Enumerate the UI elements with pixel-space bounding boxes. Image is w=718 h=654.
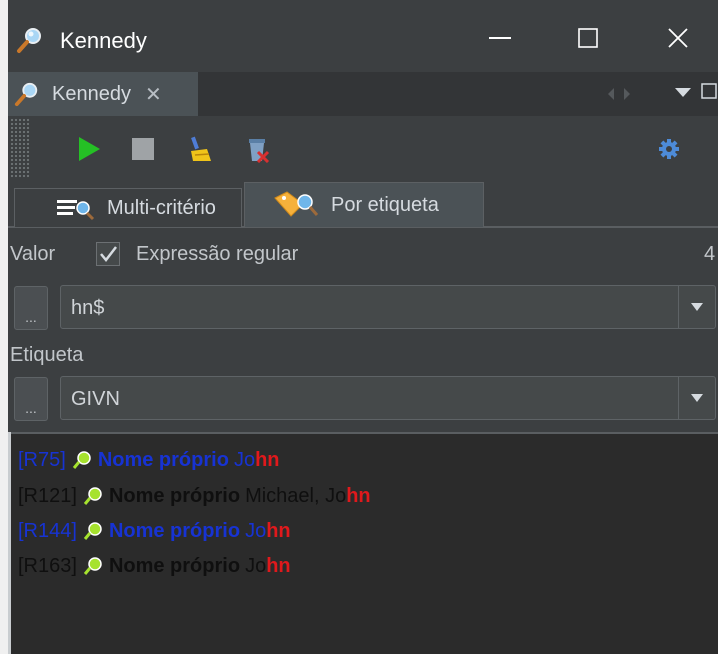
view-tab-strip: Kennedy ✕ xyxy=(8,72,718,116)
chevron-down-icon xyxy=(691,394,703,402)
app-window: Kennedy Kennedy ✕ Multi-critério Por eti… xyxy=(8,0,718,654)
result-count: 4 xyxy=(704,243,716,265)
result-search-icon xyxy=(83,557,102,575)
view-tab-close-icon[interactable]: ✕ xyxy=(145,82,162,107)
regex-label[interactable]: Expressão regular xyxy=(136,243,298,266)
result-text: Jo xyxy=(245,554,267,577)
play-icon xyxy=(79,137,100,161)
value-combobox[interactable]: hn$ xyxy=(60,285,716,329)
result-search-icon xyxy=(83,487,102,505)
result-tag: Nome próprio xyxy=(108,519,241,542)
tab-by-tag[interactable]: Por etiqueta xyxy=(244,182,484,227)
minimize-button[interactable] xyxy=(470,16,530,60)
settings-button[interactable] xyxy=(654,134,684,164)
result-item[interactable]: [R121] Nome próprio Michael, Jo hn xyxy=(18,483,371,509)
result-match: hn xyxy=(255,448,280,471)
title-bar[interactable]: Kennedy xyxy=(8,0,718,72)
result-tag: Nome próprio xyxy=(97,448,229,471)
result-id: [R163] xyxy=(18,554,77,577)
view-nav-arrows-icon[interactable] xyxy=(604,84,634,104)
result-item[interactable]: [R144] Nome próprio Jo hn xyxy=(18,518,291,544)
run-button[interactable] xyxy=(74,134,104,164)
tab-by-tag-label: Por etiqueta xyxy=(331,193,439,216)
view-maximize-icon[interactable] xyxy=(700,82,718,102)
result-text: Jo xyxy=(245,519,267,542)
view-tab-label: Kennedy xyxy=(52,82,131,105)
result-text: Jo xyxy=(233,448,256,471)
magnifier-app-icon xyxy=(17,28,41,53)
clear-button[interactable] xyxy=(186,134,216,164)
clear-broom-icon xyxy=(191,136,211,161)
delete-results-button[interactable] xyxy=(242,134,272,164)
result-tag: Nome próprio xyxy=(108,484,241,507)
stop-button[interactable] xyxy=(128,134,158,164)
maximize-button[interactable] xyxy=(558,16,618,60)
toolbar xyxy=(8,116,718,182)
result-item[interactable]: [R163] Nome próprio Jo hn xyxy=(18,553,291,579)
chevron-down-icon xyxy=(691,303,703,311)
tag-dropdown-button[interactable] xyxy=(678,377,715,419)
result-match: hn xyxy=(346,484,371,507)
checkmark-icon xyxy=(100,246,117,262)
tag-label: Etiqueta xyxy=(10,344,84,366)
value-options-row: Valor Expressão regular 4 xyxy=(8,232,718,278)
result-tag: Nome próprio xyxy=(108,554,241,577)
close-icon xyxy=(668,28,688,48)
result-text: Michael, Jo xyxy=(245,484,347,507)
tab-multi-criteria-label: Multi-critério xyxy=(107,196,216,219)
regex-checkbox[interactable] xyxy=(96,242,120,266)
close-button[interactable] xyxy=(648,16,708,60)
tag-select-value[interactable]: GIVN xyxy=(71,388,120,411)
tag-combobox[interactable]: GIVN xyxy=(60,376,716,420)
result-item[interactable]: [R75] Nome próprio Jo hn xyxy=(18,447,280,473)
value-label: Valor xyxy=(10,243,56,265)
search-mode-tabs: Multi-critério Por etiqueta xyxy=(8,182,718,228)
toolbar-grip[interactable] xyxy=(10,118,30,178)
result-search-icon xyxy=(72,451,91,469)
result-search-icon xyxy=(83,522,102,540)
tag-search-icon xyxy=(274,191,319,217)
value-dropdown-button[interactable] xyxy=(678,286,715,328)
magnifier-view-icon xyxy=(14,82,38,107)
delete-results-icon xyxy=(249,139,270,163)
minimize-icon xyxy=(489,37,511,39)
view-menu-icon[interactable] xyxy=(674,86,692,98)
multi-criteria-search-icon xyxy=(57,200,95,221)
result-id: [R75] xyxy=(18,448,66,471)
window-title: Kennedy xyxy=(60,28,147,53)
results-left-border xyxy=(8,432,11,654)
result-match: hn xyxy=(266,554,291,577)
tag-browse-button[interactable]: ... xyxy=(14,377,48,421)
result-id: [R121] xyxy=(18,484,77,507)
result-match: hn xyxy=(266,519,291,542)
value-input[interactable]: hn$ xyxy=(71,297,104,320)
tab-multi-criteria[interactable]: Multi-critério xyxy=(14,188,242,227)
gear-icon xyxy=(659,139,679,159)
value-browse-button[interactable]: ... xyxy=(14,286,48,330)
view-tab-kennedy[interactable]: Kennedy ✕ xyxy=(8,72,198,116)
stop-icon xyxy=(132,138,154,160)
result-id: [R144] xyxy=(18,519,77,542)
maximize-icon xyxy=(578,28,598,48)
